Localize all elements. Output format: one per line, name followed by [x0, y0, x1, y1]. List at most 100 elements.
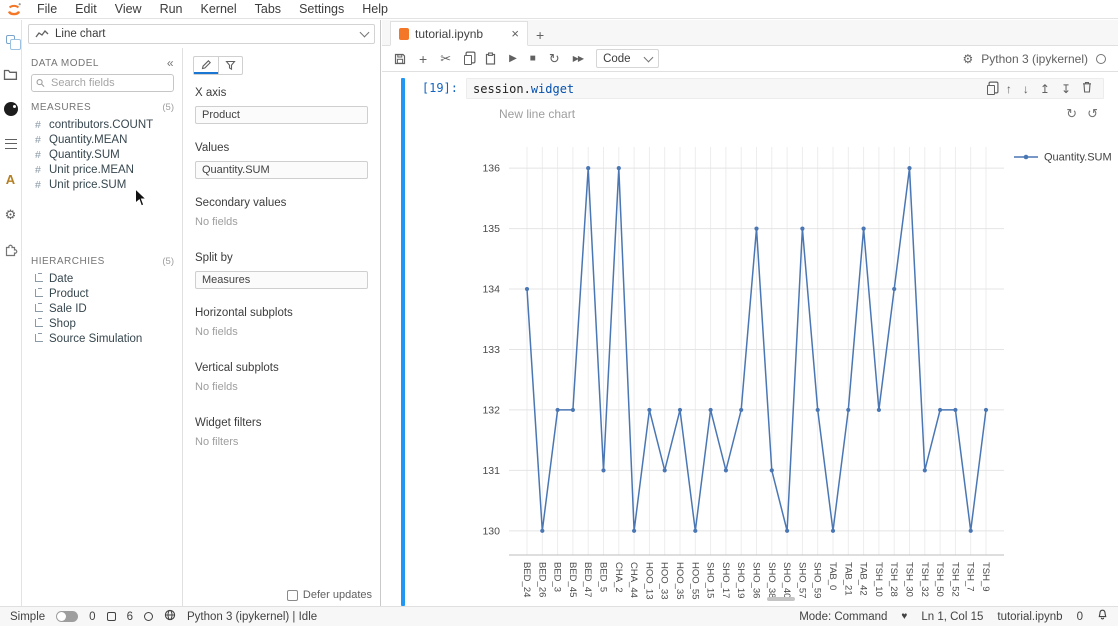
move-cell-down-icon[interactable]: ↓	[1023, 82, 1029, 96]
simple-mode-toggle[interactable]	[56, 611, 78, 622]
search-fields-input[interactable]	[49, 76, 169, 90]
menu-kernel[interactable]: Kernel	[192, 2, 246, 16]
hierarchy-item[interactable]: Shop	[23, 316, 182, 331]
restart-kernel-button[interactable]: ↻	[549, 51, 560, 67]
chart-point[interactable]	[938, 408, 942, 412]
new-tab-button[interactable]: +	[536, 28, 544, 42]
line-chart-widget[interactable]: 130131132133134135136BED_24BED_26BED_3BE…	[454, 119, 1114, 606]
close-tab-icon[interactable]: ×	[511, 27, 519, 40]
chart-point[interactable]	[907, 166, 911, 170]
cut-cells-button[interactable]: ✂	[440, 51, 451, 67]
chart-point[interactable]	[969, 529, 973, 533]
chart-point[interactable]	[647, 408, 651, 412]
atoti-logo-icon[interactable]	[2, 100, 20, 118]
restart-run-all-button[interactable]: ▶▶	[573, 54, 583, 63]
measure-item[interactable]: #Unit price.SUM	[23, 177, 182, 192]
chart-point[interactable]	[556, 408, 560, 412]
chart-point[interactable]	[663, 468, 667, 472]
measure-item[interactable]: #Quantity.SUM	[23, 147, 182, 162]
tab-filters-funnel[interactable]	[218, 57, 242, 74]
save-button[interactable]	[394, 53, 406, 65]
widget-type-select[interactable]: Line chart	[28, 24, 375, 44]
chart-point[interactable]	[846, 408, 850, 412]
cell-type-select[interactable]: Code	[596, 49, 659, 68]
terminals-count[interactable]: 0	[89, 611, 95, 623]
legend-label[interactable]: Quantity.SUM	[1044, 152, 1112, 164]
paste-cells-button[interactable]	[485, 52, 496, 65]
chart-point[interactable]	[724, 468, 728, 472]
run-cell-button[interactable]: ▶	[509, 53, 517, 64]
hierarchy-item[interactable]: Sale ID	[23, 301, 182, 316]
extensions-puzzle-icon[interactable]	[2, 240, 20, 258]
line-chart-svg[interactable]: 130131132133134135136BED_24BED_26BED_3BE…	[454, 119, 1114, 605]
terminal-icon[interactable]	[107, 612, 116, 621]
delete-cell-icon[interactable]	[1082, 81, 1092, 96]
chart-point[interactable]	[953, 408, 957, 412]
chart-point[interactable]	[709, 408, 713, 412]
measure-item[interactable]: #contributors.COUNT	[23, 117, 182, 132]
chart-point[interactable]	[862, 227, 866, 231]
chart-point[interactable]	[877, 408, 881, 412]
language-globe-icon[interactable]	[164, 609, 176, 624]
chart-point[interactable]	[693, 529, 697, 533]
field-chip[interactable]: Product	[195, 106, 368, 124]
chart-point[interactable]	[571, 408, 575, 412]
chart-point[interactable]	[739, 408, 743, 412]
kernel-name[interactable]: Python 3 (ipykernel)	[981, 52, 1088, 66]
chart-point[interactable]	[754, 227, 758, 231]
chart-point[interactable]	[923, 468, 927, 472]
chart-point[interactable]	[800, 227, 804, 231]
chart-point[interactable]	[617, 166, 621, 170]
menu-help[interactable]: Help	[353, 2, 397, 16]
file-browser-icon[interactable]	[2, 65, 20, 83]
chart-point[interactable]	[984, 408, 988, 412]
chart-point[interactable]	[678, 408, 682, 412]
active-cell-indicator[interactable]	[401, 78, 405, 606]
insert-cell-button[interactable]: +	[419, 51, 427, 67]
menu-file[interactable]: File	[28, 2, 66, 16]
chart-point[interactable]	[785, 529, 789, 533]
chart-point[interactable]	[540, 529, 544, 533]
chart-point[interactable]	[525, 287, 529, 291]
menu-run[interactable]: Run	[151, 2, 192, 16]
copy-cells-button[interactable]	[464, 53, 472, 65]
move-cell-up-icon[interactable]: ↑	[1006, 82, 1012, 96]
menu-edit[interactable]: Edit	[66, 2, 106, 16]
running-sessions-icon[interactable]	[2, 135, 20, 153]
settings-gear-icon[interactable]: ⚙	[2, 205, 20, 223]
chart-point[interactable]	[831, 529, 835, 533]
tab-tutorial-ipynb[interactable]: tutorial.ipynb ×	[390, 21, 528, 46]
chart-point[interactable]	[816, 408, 820, 412]
field-chip[interactable]: Quantity.SUM	[195, 161, 368, 179]
chart-point[interactable]	[770, 468, 774, 472]
stop-kernel-button[interactable]: ■	[530, 53, 536, 64]
kernel-status-text[interactable]: Python 3 (ipykernel) | Idle	[187, 611, 317, 623]
hierarchy-item[interactable]: Date	[23, 271, 182, 286]
menu-view[interactable]: View	[106, 2, 151, 16]
field-chip[interactable]: Measures	[195, 271, 368, 289]
menu-settings[interactable]: Settings	[290, 2, 353, 16]
menu-tabs[interactable]: Tabs	[246, 2, 290, 16]
insert-cell-above-icon[interactable]: ↥	[1040, 82, 1050, 96]
duplicate-cell-icon[interactable]	[987, 85, 995, 95]
measure-item[interactable]: #Unit price.MEAN	[23, 162, 182, 177]
hierarchy-item[interactable]: Product	[23, 286, 182, 301]
tab-fields-pencil[interactable]	[194, 57, 218, 74]
bell-icon[interactable]	[1097, 609, 1108, 624]
hierarchy-item[interactable]: Source Simulation	[23, 331, 182, 346]
defer-updates-checkbox[interactable]	[287, 590, 298, 601]
notification-count[interactable]: 0	[1077, 611, 1083, 623]
chart-point[interactable]	[632, 529, 636, 533]
notebook-settings-gear-icon[interactable]: ⚙	[963, 53, 974, 65]
output-scrollbar-thumb[interactable]	[767, 597, 795, 601]
widget-palette-icon[interactable]	[2, 30, 20, 48]
chart-point[interactable]	[586, 166, 590, 170]
kernels-count[interactable]: 6	[127, 611, 133, 623]
cursor-position[interactable]: Ln 1, Col 15	[921, 611, 983, 623]
search-fields-box[interactable]	[31, 74, 174, 92]
insert-cell-below-icon[interactable]: ↧	[1061, 82, 1071, 96]
collapse-panel-icon[interactable]: «	[167, 56, 174, 70]
measure-item[interactable]: #Quantity.MEAN	[23, 132, 182, 147]
chart-point[interactable]	[892, 287, 896, 291]
atoti-tools-icon[interactable]: A	[2, 170, 20, 188]
